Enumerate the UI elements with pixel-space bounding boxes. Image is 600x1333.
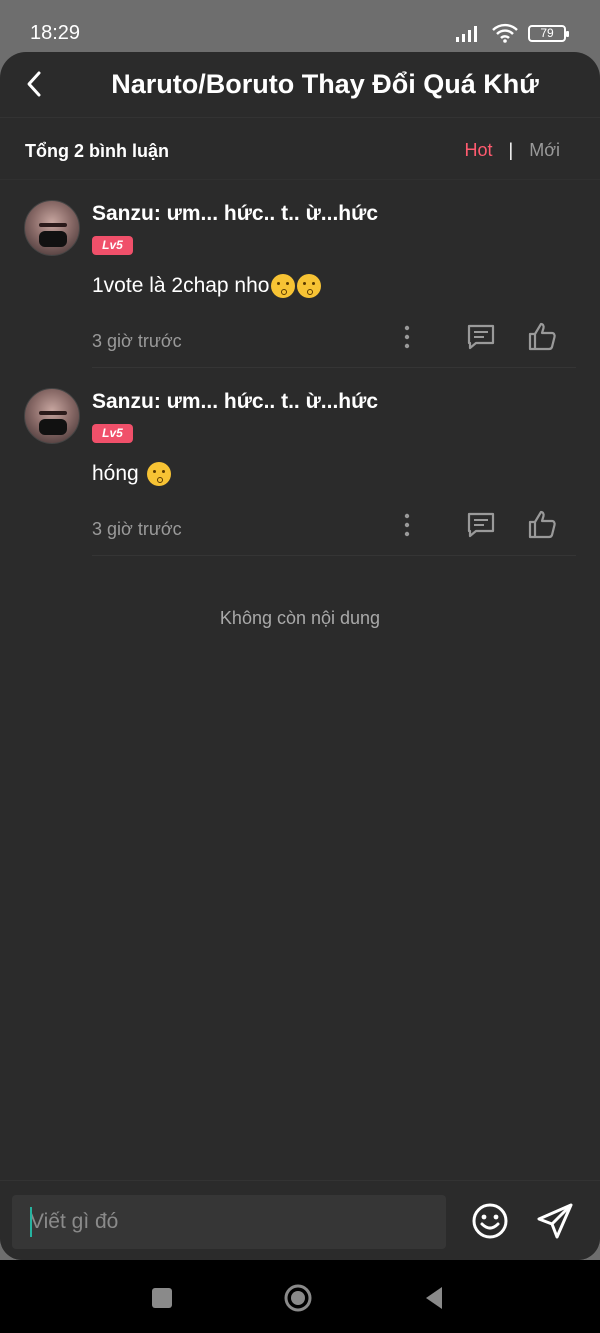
wifi-icon: [492, 23, 518, 43]
more-options-icon[interactable]: [390, 320, 424, 354]
status-bar: 18:29 79: [0, 0, 600, 56]
comment-input[interactable]: [12, 1195, 446, 1249]
reply-icon[interactable]: [464, 508, 498, 542]
like-icon[interactable]: [525, 320, 559, 354]
like-icon[interactable]: [525, 508, 559, 542]
sort-new-tab[interactable]: Mới: [529, 140, 560, 161]
emoji-picker-icon[interactable]: [470, 1201, 510, 1241]
level-badge: Lv5: [92, 236, 133, 255]
kissing-emoji-icon: [146, 462, 171, 486]
sort-tabs: Hot | Mới: [465, 140, 561, 161]
more-options-icon[interactable]: [390, 508, 424, 542]
avatar[interactable]: [24, 388, 80, 444]
comment-username[interactable]: Sanzu: ưm... hức.. t.. ừ...hức: [92, 202, 378, 226]
comment-text-body: hóng: [92, 462, 139, 485]
end-of-content-text: Không còn nội dung: [219, 608, 381, 628]
reply-icon[interactable]: [464, 320, 498, 354]
comment-text: 1vote là 2chap nho: [92, 274, 322, 298]
comment-item: Sanzu: ưm... hức.. t.. ừ...hức Lv5 1vote…: [0, 180, 600, 368]
kissing-emoji-icon: [271, 274, 296, 298]
send-icon[interactable]: [535, 1201, 575, 1241]
divider: [92, 555, 576, 556]
kissing-emoji-icon: [297, 274, 322, 298]
home-icon[interactable]: [282, 1282, 314, 1314]
sort-row: Tổng 2 bình luận Hot | Mới: [0, 118, 600, 180]
comment-total: Tổng 2 bình luận: [25, 141, 169, 161]
comment-item: Sanzu: ưm... hức.. t.. ừ...hức Lv5 hóng …: [0, 368, 600, 556]
comment-text: hóng: [92, 462, 171, 486]
page-title: Naruto/Boruto Thay Đổi Quá Khứ: [111, 69, 539, 99]
back-nav-icon[interactable]: [418, 1282, 450, 1314]
comments-sheet: Naruto/Boruto Thay Đổi Quá Khứ Tổng 2 bì…: [0, 52, 600, 1260]
battery-icon: 79: [528, 24, 569, 42]
header: Naruto/Boruto Thay Đổi Quá Khứ: [0, 52, 600, 118]
comment-composer: [0, 1180, 600, 1260]
avatar[interactable]: [24, 200, 80, 256]
status-icons: 79: [456, 22, 569, 44]
system-nav-bar: [0, 1260, 600, 1333]
comment-text-body: 1vote là 2chap nho: [92, 274, 270, 297]
sort-separator: |: [508, 140, 514, 160]
text-caret: [30, 1207, 32, 1237]
level-badge: Lv5: [92, 424, 133, 443]
recents-icon[interactable]: [146, 1282, 178, 1314]
back-icon[interactable]: [20, 68, 52, 100]
comment-timestamp: 3 giờ trước: [92, 519, 182, 539]
signal-icon: [456, 26, 477, 42]
status-time: 18:29: [30, 22, 81, 44]
comment-username[interactable]: Sanzu: ưm... hức.. t.. ừ...hức: [92, 390, 378, 414]
sort-hot-tab[interactable]: Hot: [465, 140, 493, 161]
comment-timestamp: 3 giờ trước: [92, 331, 182, 351]
